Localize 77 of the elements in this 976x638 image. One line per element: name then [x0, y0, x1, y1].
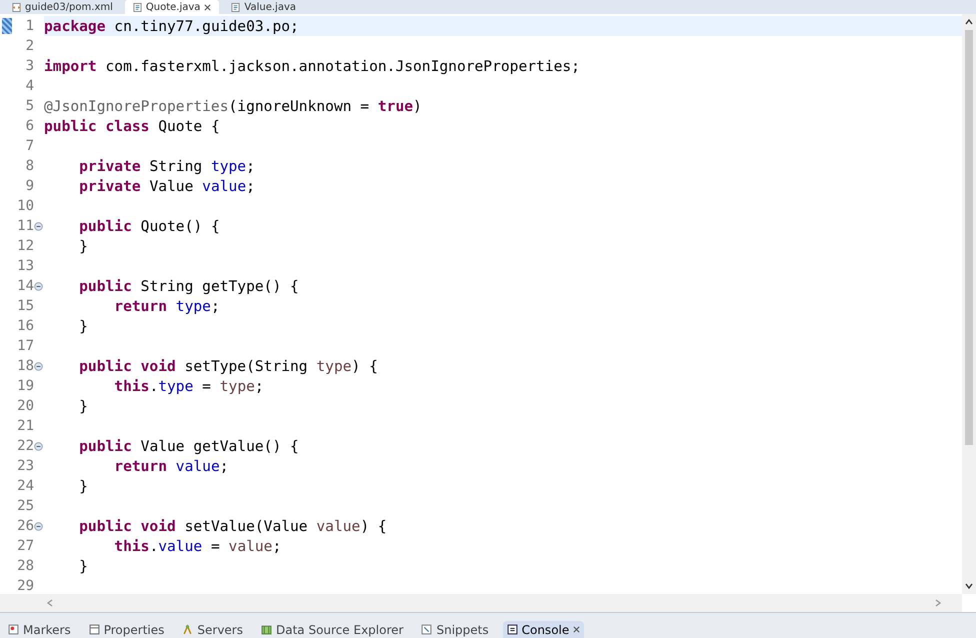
console-icon [506, 624, 518, 635]
scroll-up-icon[interactable] [964, 17, 974, 27]
code-line: private Value value; [78, 178, 255, 194]
line-number: 14 [16, 278, 34, 294]
file-icon [12, 2, 21, 12]
line-number: 13 [16, 258, 34, 274]
line-number: 5 [24, 98, 34, 114]
line-number: 18 [16, 358, 34, 374]
code-line: public void setValue(Value value) { [78, 518, 387, 534]
line-number: 11 [16, 218, 34, 234]
editor-tab[interactable]: guide03/pom.xml [4, 0, 121, 14]
line-number: 3 [24, 58, 34, 74]
line-number: 1 [24, 18, 34, 34]
code-line: } [78, 398, 88, 414]
view-tab[interactable]: Servers [178, 621, 247, 638]
line-number: 12 [16, 238, 34, 254]
view-tab[interactable]: Data Source Explorer [257, 621, 408, 638]
code-line: } [78, 478, 88, 494]
code-line: public Value getValue() { [78, 438, 299, 454]
collapse-icon[interactable] [34, 522, 43, 530]
line-number: 16 [16, 318, 34, 334]
line-number: 10 [16, 198, 34, 214]
code-line: public void setType(String type) { [78, 358, 378, 374]
line-number: 24 [16, 478, 34, 494]
code-line: this.type = type; [113, 378, 264, 394]
line-number: 21 [16, 418, 34, 434]
line-number: 15 [16, 298, 34, 314]
code-line: this.value = value; [113, 538, 282, 554]
scroll-down-icon[interactable] [964, 581, 974, 591]
code-line: public Quote() { [78, 218, 220, 234]
collapse-icon[interactable] [34, 282, 43, 290]
snippets-icon [421, 624, 432, 635]
line-number: 20 [16, 398, 34, 414]
line-number: 23 [16, 458, 34, 474]
code-line: } [78, 238, 88, 254]
line-number: 29 [16, 578, 34, 594]
line-number: 27 [16, 538, 34, 554]
line-number: 9 [24, 178, 34, 194]
code-line: return value; [113, 458, 229, 474]
code-line: @JsonIgnoreProperties(ignoreUnknown = true) [44, 98, 422, 114]
line-number: 2 [24, 38, 34, 54]
markers-icon [8, 624, 19, 635]
close-icon[interactable] [573, 626, 580, 633]
line-number: 7 [24, 138, 34, 154]
code-line: public class Quote { [44, 118, 220, 134]
code-line: public String getType() { [78, 278, 299, 294]
collapse-icon[interactable] [34, 222, 43, 230]
collapse-icon[interactable] [34, 362, 43, 370]
view-tab[interactable]: Markers [4, 621, 75, 638]
line-number: 28 [16, 558, 34, 574]
editor-tab[interactable]: Value.java [223, 0, 304, 14]
line-number: 4 [24, 78, 34, 94]
close-icon[interactable] [204, 4, 212, 10]
file-icon [231, 2, 240, 12]
editor-tab[interactable]: Quote.java [124, 0, 220, 14]
database-icon [261, 624, 272, 635]
view-tab[interactable]: Console [502, 621, 584, 638]
line-number: 26 [16, 518, 34, 534]
code-line: private String type; [78, 158, 255, 174]
collapse-icon[interactable] [34, 442, 43, 450]
line-number: 6 [24, 118, 34, 134]
code-line: import com.fasterxml.jackson.annotation.JsonIgnoreProperties; [44, 58, 580, 74]
scrollbar-thumb[interactable] [965, 30, 973, 445]
file-icon [132, 2, 142, 12]
code-line: return type; [113, 298, 220, 314]
code-line: package cn.tiny77.guide03.po; [44, 18, 299, 34]
line-number: 19 [16, 378, 34, 394]
code-line: } [78, 558, 88, 574]
line-number: 8 [24, 158, 34, 174]
code-line: } [78, 318, 88, 334]
view-tab[interactable]: Snippets [417, 621, 493, 638]
servers-icon [182, 624, 194, 635]
line-number: 22 [16, 438, 34, 454]
view-tab[interactable]: Properties [84, 621, 168, 638]
line-number: 25 [16, 498, 34, 514]
properties-icon [88, 624, 100, 635]
line-number: 17 [16, 338, 34, 354]
